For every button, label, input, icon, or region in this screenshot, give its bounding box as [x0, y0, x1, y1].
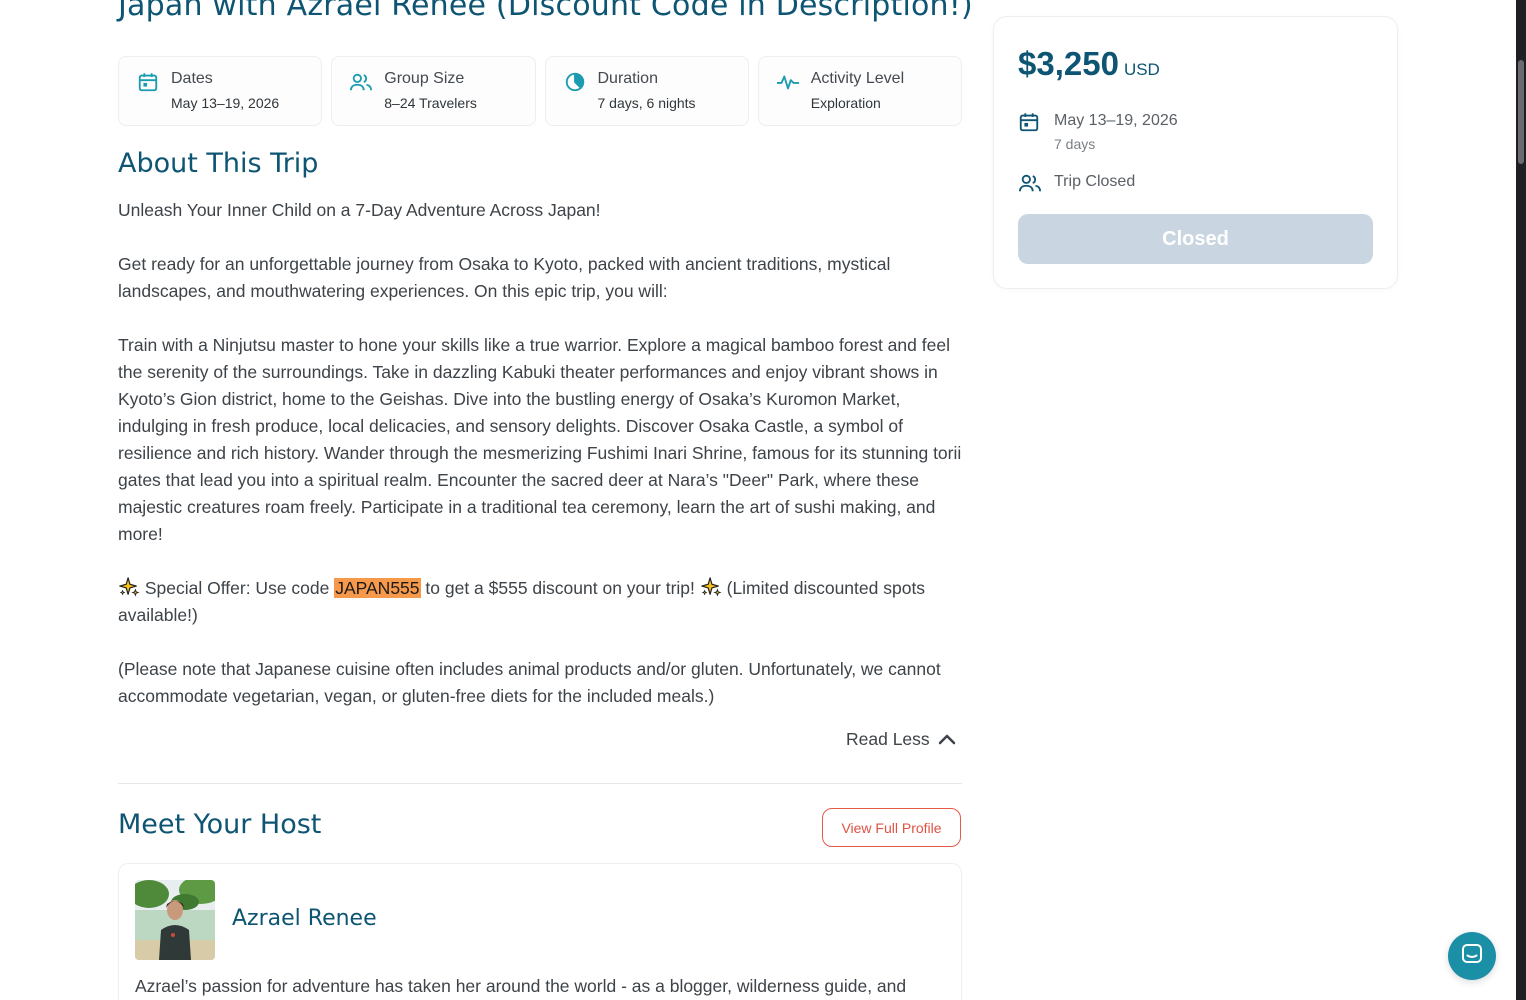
- booking-card: $3,250 USD May 13–19, 2026 7 days Trip C…: [993, 16, 1398, 289]
- about-description: Unleash Your Inner Child on a 7-Day Adve…: [118, 197, 962, 737]
- booking-status-text: Trip Closed: [1054, 173, 1136, 190]
- scrollbar-thumb[interactable]: [1518, 60, 1524, 164]
- about-paragraph: Train with a Ninjutsu master to hone you…: [118, 335, 962, 544]
- stat-activity-level: Activity Level Exploration: [757, 56, 962, 126]
- sparkles-icon: [118, 576, 140, 598]
- sparkles-icon: [700, 576, 722, 598]
- stat-dates: Dates May 13–19, 2026: [118, 56, 323, 126]
- price-amount: $3,250: [1018, 45, 1119, 82]
- group-icon: [348, 69, 374, 95]
- booking-status: Trip Closed: [1018, 172, 1135, 196]
- stat-label: Activity Level: [810, 70, 905, 87]
- booking-days-text: 7 days: [1054, 136, 1096, 152]
- special-offer: Special Offer: Use code JAPAN555 to get …: [118, 575, 962, 629]
- price-currency: USD: [1123, 60, 1160, 79]
- stat-value: 7 days, 6 nights: [597, 95, 696, 111]
- about-heading: About This Trip: [118, 148, 319, 179]
- group-icon: [1018, 172, 1042, 196]
- stat-duration: Duration 7 days, 6 nights: [544, 56, 749, 126]
- host-heading: Meet Your Host: [118, 809, 322, 840]
- page-title: Japan with Azrael Renee (Discount Code i…: [118, 0, 973, 23]
- promo-code[interactable]: JAPAN555: [334, 578, 421, 598]
- offer-text: to get a $555 discount on your trip!: [420, 578, 700, 598]
- avatar: [135, 880, 215, 960]
- read-less-label: Read Less: [846, 729, 930, 749]
- booking-dates-text: May 13–19, 2026: [1054, 112, 1178, 129]
- host-card: Azrael Renee Azrael’s passion for advent…: [118, 863, 962, 1000]
- stat-value: 8–24 Travelers: [384, 95, 477, 111]
- stat-value: May 13–19, 2026: [171, 95, 280, 111]
- activity-icon: [775, 69, 801, 95]
- booking-dates: May 13–19, 2026 7 days: [1018, 111, 1178, 154]
- stat-label: Dates: [171, 70, 213, 87]
- trip-stats: Dates May 13–19, 2026 Group Size 8–24 Tr…: [118, 56, 962, 126]
- stat-value: Exploration: [810, 95, 881, 111]
- view-full-profile-button[interactable]: View Full Profile: [822, 808, 961, 847]
- chat-icon: [1460, 942, 1484, 971]
- calendar-icon: [1018, 111, 1042, 135]
- stat-group-size: Group Size 8–24 Travelers: [331, 56, 536, 126]
- host-bio: Azrael’s passion for adventure has taken…: [135, 976, 907, 996]
- read-less-button[interactable]: Read Less: [846, 729, 956, 750]
- stat-label: Duration: [597, 70, 658, 87]
- chat-launcher-button[interactable]: [1448, 932, 1496, 980]
- chevron-up-icon: [938, 729, 956, 750]
- calendar-icon: [135, 69, 161, 95]
- clock-pie-icon: [562, 69, 588, 95]
- stat-label: Group Size: [384, 70, 465, 87]
- about-paragraph: Get ready for an unforgettable journey f…: [118, 254, 891, 301]
- section-divider: [118, 783, 962, 784]
- host-name[interactable]: Azrael Renee: [232, 906, 377, 931]
- about-paragraph: Unleash Your Inner Child on a 7-Day Adve…: [118, 200, 601, 220]
- closed-button[interactable]: Closed: [1018, 214, 1373, 264]
- about-paragraph: (Please note that Japanese cuisine often…: [118, 659, 941, 706]
- offer-text: Special Offer: Use code: [140, 578, 335, 598]
- price: $3,250 USD: [1018, 45, 1160, 83]
